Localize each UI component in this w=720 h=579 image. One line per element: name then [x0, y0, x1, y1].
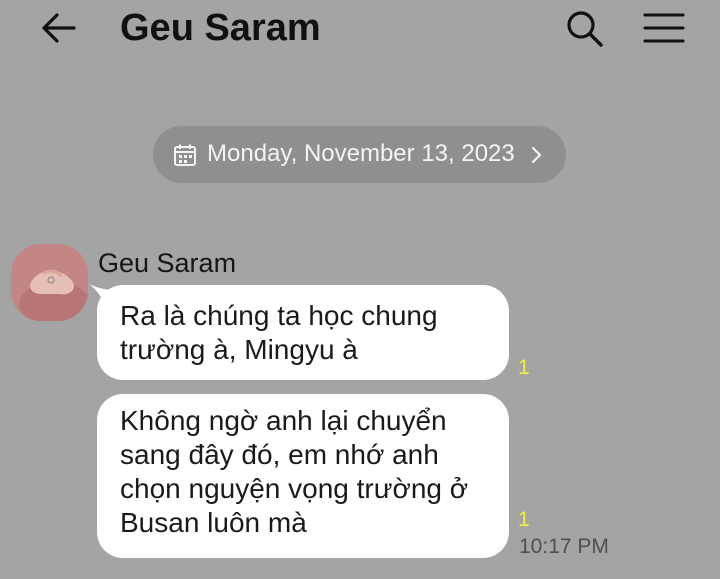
menu-button[interactable]	[642, 10, 686, 46]
unread-count: 1	[518, 356, 530, 379]
search-icon	[567, 11, 603, 47]
hamburger-menu-icon	[643, 13, 685, 43]
chat-header: Geu Saram	[0, 0, 720, 62]
sender-name: Geu Saram	[98, 248, 237, 278]
date-divider[interactable]: Monday, November 13, 2023	[153, 126, 566, 183]
message-timestamp: 10:17 PM	[519, 535, 609, 558]
back-button[interactable]	[38, 10, 78, 46]
arrow-left-icon	[42, 13, 76, 43]
message-text: Không ngờ anh lại chuyển sang đây đó, em…	[120, 405, 469, 538]
chevron-right-icon	[531, 146, 542, 164]
calendar-icon	[174, 144, 196, 166]
chat-title: Geu Saram	[120, 7, 321, 49]
message-bubble[interactable]: Ra là chúng ta học chung trường à, Mingy…	[97, 285, 509, 380]
unread-count: 1	[518, 508, 530, 531]
message-bubble[interactable]: Không ngờ anh lại chuyển sang đây đó, em…	[97, 394, 509, 558]
date-divider-text: Monday, November 13, 2023	[207, 140, 515, 167]
search-button[interactable]	[564, 8, 606, 50]
avatar[interactable]	[11, 244, 88, 321]
message-text: Ra là chúng ta học chung trường à, Mingy…	[120, 300, 438, 365]
avatar-photo	[11, 244, 88, 321]
